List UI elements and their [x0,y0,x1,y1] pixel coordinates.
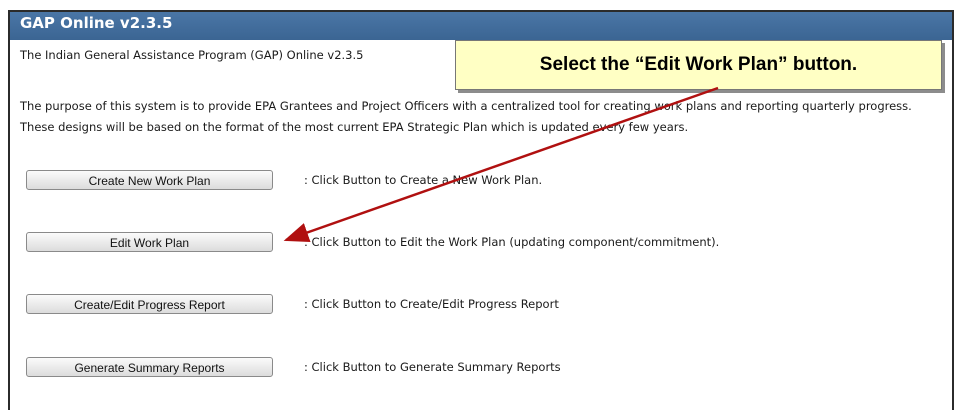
callout-arrow [283,86,719,242]
